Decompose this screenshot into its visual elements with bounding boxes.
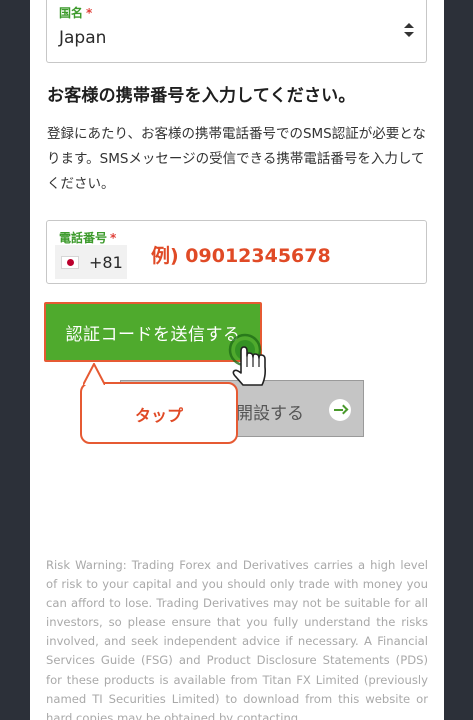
tap-hand-icon: [228, 333, 266, 386]
select-arrows-icon: [404, 23, 414, 37]
phone-field[interactable]: 電話番号 * +81 例) 09012345678: [46, 220, 427, 284]
open-account-label: 開設する: [236, 404, 304, 424]
dial-code: +81: [89, 253, 123, 272]
required-mark: *: [86, 6, 93, 20]
japan-flag-icon: [61, 256, 79, 269]
section-description: 登録にあたり、お客様の携帯電話番号でのSMS認証が必要となります。SMSメッセー…: [47, 126, 426, 192]
tap-callout-label: タップ: [134, 406, 183, 425]
risk-warning-text: Risk Warning: Trading Forex and Derivati…: [46, 558, 428, 720]
arrow-right-icon: [329, 399, 351, 421]
callout-tail: [83, 363, 105, 385]
country-code-selector[interactable]: +81: [55, 245, 127, 279]
section-heading: お客様の携帯番号を入力してください。: [47, 86, 356, 106]
country-value: Japan: [59, 28, 107, 48]
country-select[interactable]: 国名 * Japan: [46, 0, 427, 63]
phone-example-text: 例) 09012345678: [151, 245, 331, 267]
phone-field-label: 電話番号 *: [59, 231, 117, 245]
tap-callout: タップ: [80, 382, 238, 444]
country-field-label: 国名 *: [59, 6, 93, 20]
registration-card: 国名 * Japan お客様の携帯番号を入力してください。 登録にあたり、お客様の…: [30, 0, 444, 720]
required-mark: *: [110, 231, 117, 245]
